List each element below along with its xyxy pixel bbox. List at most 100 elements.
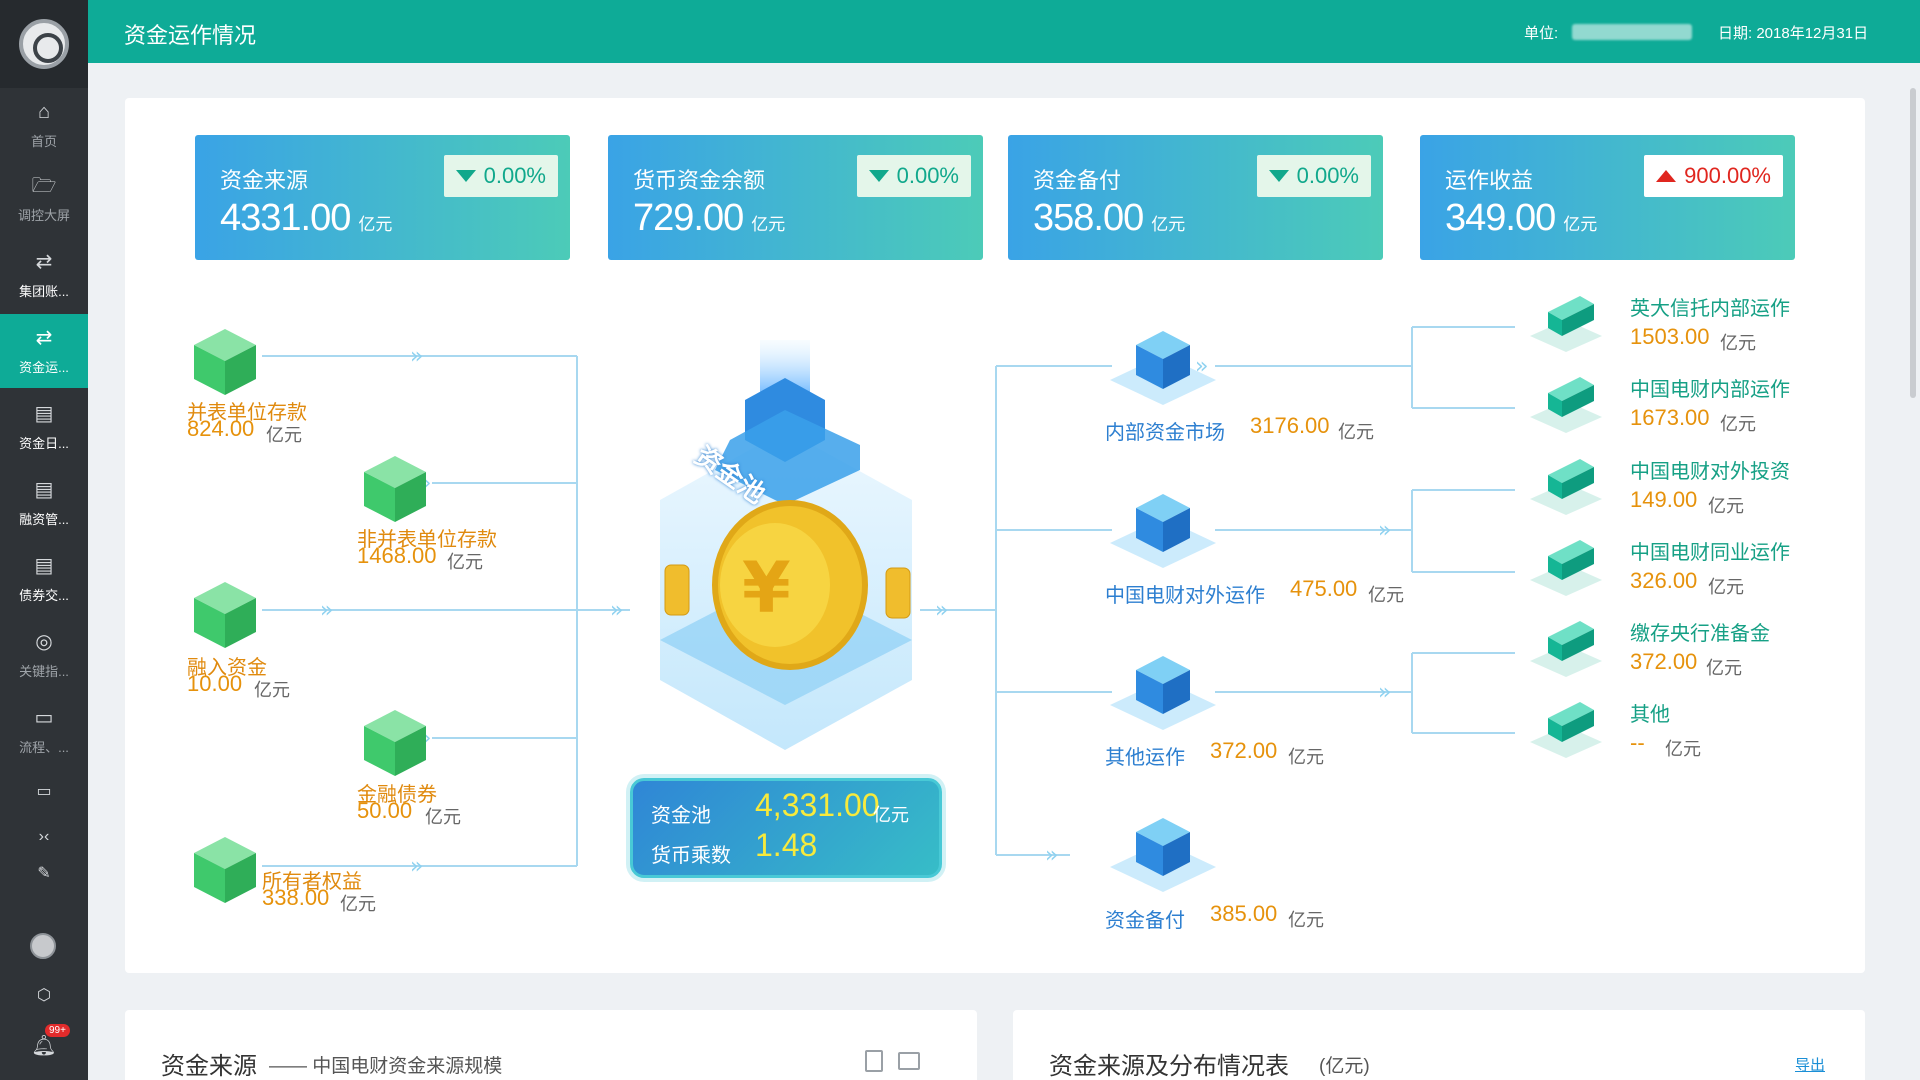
globe-logo-icon: [19, 19, 69, 69]
use-unit: 亿元: [1708, 496, 1744, 516]
use-label: 英大信托内部运作: [1630, 298, 1790, 320]
sidebar-item-label: 融资管...: [19, 511, 69, 527]
down-arrow-icon: [455, 170, 476, 182]
use-unit: 亿元: [1720, 333, 1756, 353]
document-icon[interactable]: [865, 1050, 883, 1072]
kpi-card-operation-income[interactable]: 运作收益 349.00 亿元 900.00%: [1420, 135, 1795, 260]
gauge-icon: ◎: [35, 630, 53, 653]
sidebar-item-bond-trading[interactable]: ▤ 债券交...: [0, 542, 88, 616]
sidebar-item-home[interactable]: ⌂ 首页: [0, 88, 88, 162]
image-icon[interactable]: [898, 1052, 920, 1070]
unit-value-redacted: [1572, 24, 1692, 40]
source-cube-icon: [188, 833, 262, 912]
source-cube-icon: [188, 325, 262, 404]
use-label: 中国电财内部运作: [1630, 379, 1790, 401]
kpi-change-badge: 0.00%: [856, 155, 971, 197]
sidebar-item-process[interactable]: ▭ 流程、...: [0, 694, 88, 768]
use-unit: 亿元: [1708, 577, 1744, 597]
top-bar: 资金运作情况 单位: 日期: 2018年12月31日: [88, 0, 1920, 63]
date-label: 日期:: [1718, 25, 1753, 42]
use-bar-icon: [1528, 696, 1604, 765]
use-value: 149.00: [1630, 487, 1698, 512]
operation-cube-icon: [1108, 325, 1218, 410]
use-value: 326.00: [1630, 568, 1698, 593]
use-label: 缴存央行准备金: [1630, 623, 1770, 645]
sidebar-item-label: 资金日...: [19, 435, 69, 451]
sidebar-item-control-screen[interactable]: 🗁 调控大屏: [0, 162, 88, 236]
use-label: 中国电财同业运作: [1630, 542, 1790, 564]
kpi-label: 货币资金余额: [633, 168, 766, 193]
kpi-card-fund-source[interactable]: 资金来源 4331.00 亿元 0.00%: [195, 135, 570, 260]
use-value: 372.00: [1630, 649, 1698, 674]
source-value: 50.00: [357, 798, 413, 823]
operation-label: 内部资金市场: [1105, 422, 1225, 444]
source-cube-icon: [188, 578, 262, 657]
operation-unit: 亿元: [1288, 747, 1324, 767]
use-unit: 亿元: [1706, 658, 1742, 678]
fund-distribution-card: 资金来源及分布情况表 (亿元) 导出: [1013, 1010, 1865, 1080]
use-bar-icon: [1528, 290, 1604, 359]
sidebar-item-fund-operation[interactable]: ⇄ 资金运...: [0, 314, 88, 388]
cube-icon[interactable]: ⬡: [0, 980, 88, 1010]
source-value: 338.00: [262, 885, 330, 910]
bell-icon[interactable]: 🔔︎: [0, 1030, 88, 1060]
source-unit: 亿元: [425, 807, 461, 827]
sidebar-item-group-accounts[interactable]: ⇄ 集团账...: [0, 238, 88, 312]
folder-icon[interactable]: ▭: [0, 776, 88, 806]
operation-cube-icon: [1108, 488, 1218, 573]
kpi-value: 349.00 亿元: [1445, 197, 1598, 239]
page-title: 资金运作情况: [124, 23, 257, 48]
operation-value: 475.00: [1290, 576, 1358, 601]
source-unit: 亿元: [340, 894, 376, 914]
source-unit: 亿元: [254, 680, 290, 700]
company-logo[interactable]: [0, 0, 88, 88]
operation-unit: 亿元: [1368, 585, 1404, 605]
card-title: 资金来源及分布情况表: [1049, 1053, 1289, 1080]
collapse-icon[interactable]: ›‹: [0, 822, 88, 852]
operation-unit: 亿元: [1338, 422, 1374, 442]
sidebar: ⌂ 首页 🗁 调控大屏 ⇄ 集团账... ⇄ 资金运... ▤ 资金日... ▤…: [0, 0, 88, 1080]
use-bar-icon: [1528, 371, 1604, 440]
kpi-label: 运作收益: [1445, 168, 1534, 193]
up-arrow-icon: [1656, 170, 1677, 182]
multiplier-label: 货币乘数: [651, 845, 731, 867]
operation-value: 385.00: [1210, 901, 1278, 926]
date-display: 日期: 2018年12月31日: [1718, 22, 1868, 43]
source-cube-icon: [358, 452, 432, 531]
use-bar-icon: [1528, 534, 1604, 603]
sidebar-item-label: 流程、...: [19, 739, 69, 755]
sidebar-item-key-indicators[interactable]: ◎ 关键指...: [0, 618, 88, 692]
folder-icon: ▭: [34, 706, 54, 729]
sidebar-item-financing[interactable]: ▤ 融资管...: [0, 466, 88, 540]
ledger-icon: ▤: [34, 554, 54, 577]
pool-unit: 亿元: [873, 805, 909, 825]
kpi-label: 资金来源: [220, 168, 309, 193]
fund-source-card: 资金来源 —— 中国电财资金来源规模: [125, 1010, 977, 1080]
use-value: --: [1630, 730, 1645, 755]
notification-badge: 99+: [45, 1024, 70, 1037]
kpi-change-badge: 0.00%: [443, 155, 558, 197]
home-icon: ⌂: [37, 100, 51, 123]
source-value: 1468.00: [357, 543, 437, 568]
operation-value: 372.00: [1210, 738, 1278, 763]
use-bar-icon: [1528, 615, 1604, 684]
pin-icon[interactable]: ✎: [0, 858, 88, 888]
operation-unit: 亿元: [1288, 910, 1324, 930]
avatar[interactable]: [30, 933, 56, 959]
kpi-card-cash-balance[interactable]: 货币资金余额 729.00 亿元 0.00%: [608, 135, 983, 260]
card-title: 资金来源: [161, 1053, 257, 1080]
kpi-value: 729.00 亿元: [633, 197, 786, 239]
export-link[interactable]: 导出: [1795, 1054, 1825, 1075]
scrollbar[interactable]: [1910, 88, 1916, 398]
kpi-card-fund-reserve[interactable]: 资金备付 358.00 亿元 0.00%: [1008, 135, 1383, 260]
use-value: 1503.00: [1630, 324, 1710, 349]
unit-label: 单位:: [1524, 25, 1559, 42]
sidebar-item-fund-daily[interactable]: ▤ 资金日...: [0, 390, 88, 464]
kpi-change-badge: 900.00%: [1644, 155, 1783, 197]
use-bar-icon: [1528, 453, 1604, 522]
kpi-label: 资金备付: [1033, 168, 1122, 193]
down-arrow-icon: [1268, 170, 1289, 182]
use-value: 1673.00: [1630, 405, 1710, 430]
operation-label: 资金备付: [1105, 910, 1185, 932]
pool-label: 资金池: [651, 805, 711, 827]
